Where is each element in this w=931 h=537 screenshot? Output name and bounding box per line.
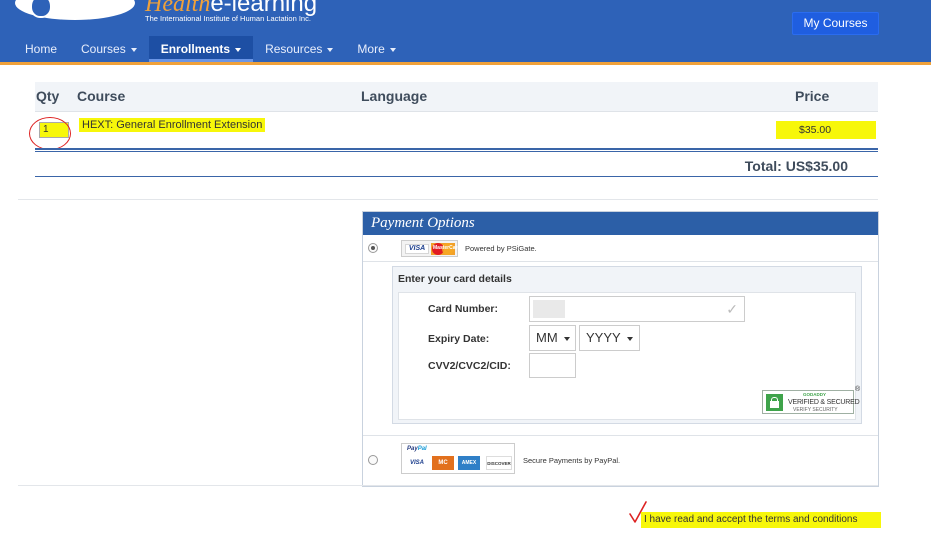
psigate-radio[interactable]	[368, 243, 378, 253]
course-name: HEXT: General Enrollment Extension	[79, 118, 266, 132]
paypal-brand-a: Pay	[407, 446, 418, 452]
nav-resources-label: Resources	[265, 42, 323, 56]
table-row: 1 HEXT: General Enrollment Extension $35…	[29, 111, 878, 150]
site-logo[interactable]: Healthe-learning The International Insti…	[0, 0, 340, 30]
terms-acceptance[interactable]: I have read and accept the terms and con…	[641, 512, 881, 528]
expiry-month-value: MM	[536, 330, 558, 345]
expiry-year-select[interactable]: YYYY	[579, 325, 640, 351]
nav-enrollments-label: Enrollments	[160, 42, 231, 56]
nav-more[interactable]: More	[345, 36, 407, 62]
expiry-month-select[interactable]: MM	[529, 325, 576, 351]
psigate-label: Powered by PSiGate.	[465, 244, 537, 253]
caret-down-icon	[626, 336, 633, 341]
expiry-date-label: Expiry Date:	[428, 333, 490, 345]
card-number-autofill	[533, 300, 565, 318]
nav-enrollments[interactable]: Enrollments	[148, 36, 254, 62]
cvv-label: CVV2/CVC2/CID:	[428, 360, 511, 372]
caret-down-icon	[563, 336, 570, 341]
main-nav: Home Courses Enrollments Resources More	[13, 36, 408, 62]
column-language: Language	[361, 88, 428, 104]
paypal-wordmark: PayPal	[407, 446, 427, 452]
card-details-heading: Enter your card details	[398, 273, 512, 285]
logo-subtitle: The International Institute of Human Lac…	[145, 14, 311, 23]
my-courses-button[interactable]: My Courses	[792, 12, 879, 35]
nav-courses[interactable]: Courses	[69, 36, 149, 62]
red-circle-annotation	[29, 117, 71, 150]
page: Healthe-learning The International Insti…	[0, 0, 931, 537]
cart-header-row: Qty Course Language Price	[35, 82, 878, 111]
badge-sub-text: VERIFY SECURITY	[793, 407, 838, 413]
site-header: Healthe-learning The International Insti…	[0, 0, 931, 62]
visa-icon: VISA	[406, 456, 428, 470]
badge-brand: GODADDY	[803, 392, 827, 397]
option-divider	[363, 435, 878, 436]
card-number-input[interactable]: ✓	[529, 296, 745, 322]
paypal-logos: PayPal VISA MC AMEX DISCOVER	[401, 443, 515, 474]
checkmark-icon: ✓	[726, 301, 738, 317]
lock-icon	[766, 394, 783, 411]
section-divider	[18, 485, 878, 486]
card-number-label: Card Number:	[428, 303, 499, 315]
nav-home[interactable]: Home	[13, 36, 69, 62]
course-price: $35.00	[776, 121, 876, 139]
payment-options-title: Payment Options	[363, 212, 878, 235]
column-qty: Qty	[36, 88, 60, 104]
card-logos: VISA MasterCard	[401, 240, 461, 257]
table-divider	[35, 148, 878, 152]
section-divider	[18, 199, 878, 200]
mastercard-icon: MC	[432, 456, 454, 470]
paypal-brand-b: Pal	[417, 446, 427, 452]
cvv-input[interactable]	[529, 353, 576, 378]
nav-home-label: Home	[25, 42, 58, 56]
caret-down-icon	[235, 47, 242, 52]
expiry-year-value: YYYY	[586, 330, 621, 345]
nav-resources[interactable]: Resources	[253, 36, 345, 62]
payment-options-panel: Payment Options VISA MasterCard Powered …	[362, 211, 879, 487]
badge-main-text: VERIFIED & SECURED	[788, 399, 860, 406]
amex-icon: AMEX	[458, 456, 480, 470]
order-total: Total: US$35.00	[744, 158, 848, 174]
caret-down-icon	[389, 47, 396, 52]
visa-icon: VISA	[405, 244, 429, 254]
godaddy-security-badge[interactable]: GODADDY VERIFIED & SECURED VERIFY SECURI…	[762, 390, 860, 414]
registered-mark: ®	[855, 386, 861, 393]
discover-icon: DISCOVER	[486, 456, 512, 470]
caret-down-icon	[327, 47, 334, 52]
caret-down-icon	[130, 47, 137, 52]
nav-more-label: More	[357, 42, 385, 56]
column-price: Price	[795, 88, 830, 104]
option-divider	[363, 261, 878, 262]
paypal-label: Secure Payments by PayPal.	[523, 456, 621, 465]
column-course: Course	[77, 88, 126, 104]
card-details-box: Enter your card details Card Number: ✓ E…	[392, 266, 862, 424]
total-divider	[35, 176, 878, 177]
card-details-form: Card Number: ✓ Expiry Date: MM YYYY CVV2…	[398, 292, 860, 420]
mastercard-icon: MasterCard	[431, 243, 461, 255]
nav-courses-label: Courses	[81, 42, 126, 56]
mastercard-label: MasterCard	[433, 245, 461, 251]
paypal-radio[interactable]	[368, 455, 378, 465]
header-accent-line	[0, 62, 931, 65]
